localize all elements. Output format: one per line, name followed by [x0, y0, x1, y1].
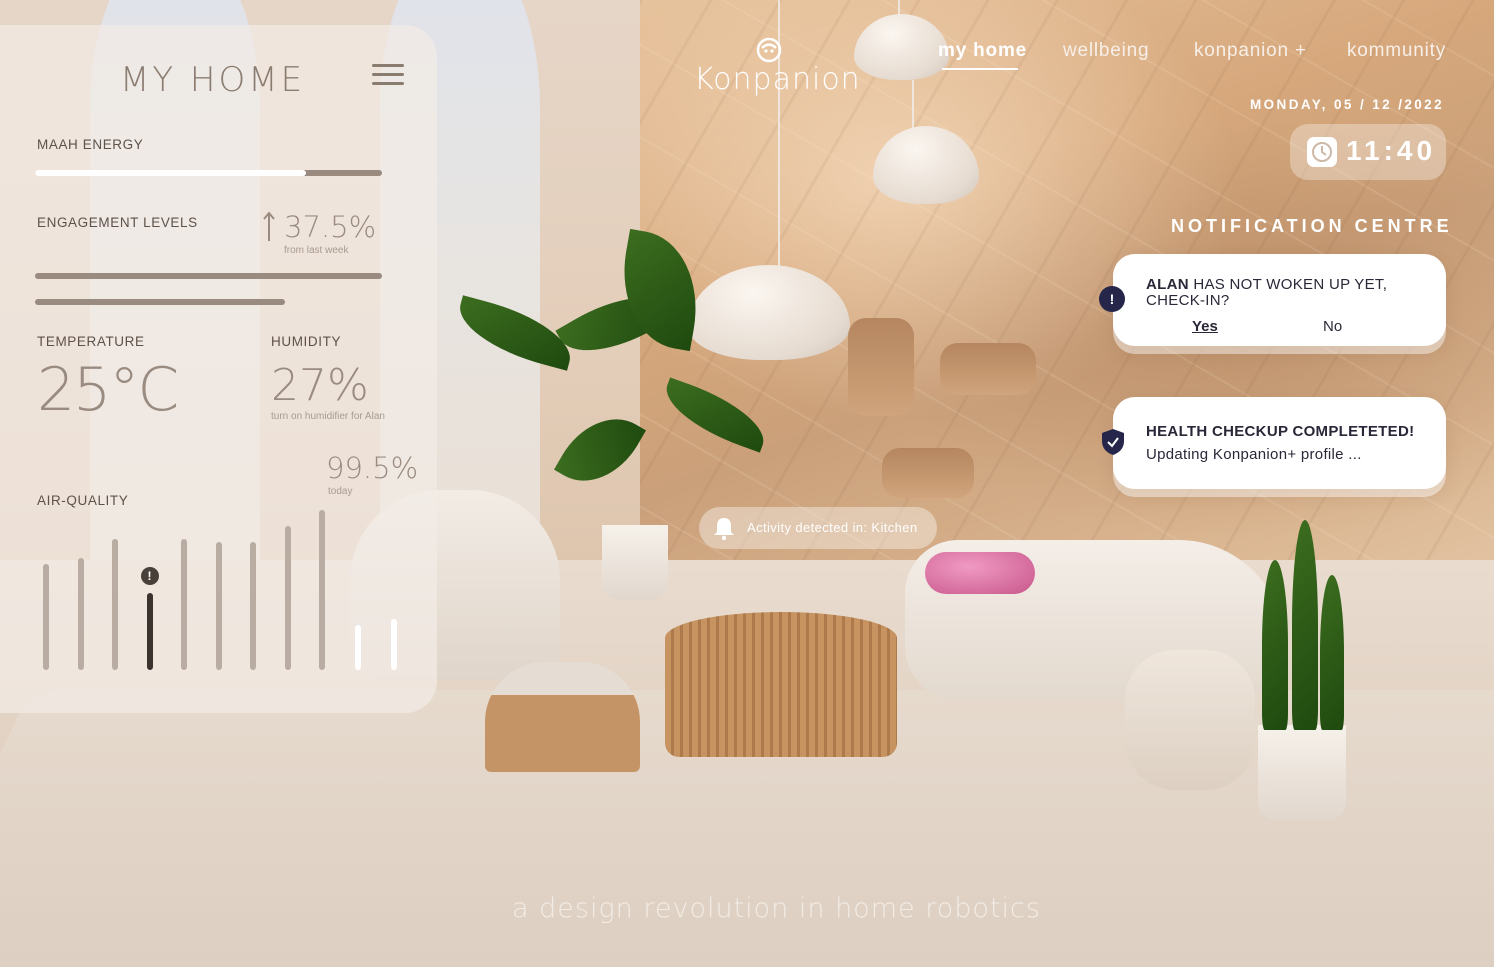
- air-quality-bar: [112, 538, 118, 670]
- pink-pillow: [925, 552, 1035, 594]
- stool: [485, 662, 640, 772]
- alert-icon: !: [1099, 286, 1125, 312]
- air-quality-bar: [355, 625, 361, 670]
- nav-active-underline: [942, 68, 1018, 70]
- air-quality-bar: [43, 564, 49, 670]
- plant-pot: [1258, 725, 1346, 820]
- wall-niche: [940, 343, 1036, 395]
- snake-plant-leaf: [1262, 560, 1288, 730]
- arrow-up-icon: [263, 211, 275, 241]
- air-quality-alert-icon[interactable]: !: [140, 567, 159, 586]
- nav-my-home[interactable]: my home: [938, 40, 1027, 62]
- brand-name: Konpanion: [694, 62, 861, 97]
- health-checkup-title: HEALTH CHECKUP COMPLETETED!: [1146, 423, 1415, 440]
- health-checkup-message: Updating Konpanion+ profile ...: [1146, 446, 1362, 463]
- notification-name: ALAN: [1146, 276, 1189, 293]
- date-display: MONDAY, 05 / 12 /2022: [1250, 97, 1444, 112]
- energy-label: MAAH ENERGY: [37, 137, 144, 152]
- air-quality-chart: !: [37, 500, 397, 670]
- humidity-note: turn on humidifier for Alan: [271, 411, 385, 422]
- panel-title: MY HOME: [120, 60, 306, 100]
- air-quality-bar: [77, 558, 84, 670]
- air-quality-note: today: [328, 486, 353, 497]
- air-quality-bar: [215, 542, 222, 670]
- shield-check-icon: [1102, 429, 1124, 455]
- hamburger-menu-icon[interactable]: [372, 64, 404, 86]
- humidity-label: HUMIDITY: [271, 334, 342, 349]
- activity-notification[interactable]: Activity detected in: Kitchen: [699, 507, 937, 549]
- notification-text: ALAN HAS NOT WOKEN UP YET,: [1146, 276, 1387, 293]
- konpanion-logo-icon: [756, 37, 782, 63]
- air-quality-bar: [146, 593, 153, 670]
- air-quality-bar: [250, 542, 256, 670]
- nav-wellbeing[interactable]: wellbeing: [1063, 40, 1149, 62]
- engagement-label: ENGAGEMENT LEVELS: [37, 215, 198, 230]
- energy-bar-fill: [35, 170, 306, 176]
- bell-icon: [714, 518, 734, 541]
- engagement-bar: [35, 299, 285, 305]
- notification-card: [1113, 397, 1446, 489]
- snake-plant-leaf: [1320, 575, 1344, 730]
- tagline: a design revolution in home robotics: [512, 893, 1041, 924]
- air-quality-bar: [319, 510, 325, 670]
- energy-bar: [35, 170, 382, 176]
- nav-konpanion-plus[interactable]: konpanion +: [1194, 40, 1307, 62]
- snake-plant-leaf: [1292, 520, 1318, 730]
- plant-pot: [602, 525, 668, 600]
- clock-icon: [1307, 137, 1337, 167]
- ottoman: [1125, 650, 1255, 790]
- notification-centre-title: NOTIFICATION CENTRE: [1171, 216, 1453, 236]
- air-quality-bar: [391, 618, 397, 670]
- air-quality-bar: [284, 526, 291, 670]
- activity-text: Activity detected in: Kitchen: [747, 520, 918, 535]
- air-quality-value: 99.5%: [326, 451, 419, 485]
- wall-niche: [882, 448, 974, 498]
- notification-message: HAS NOT WOKEN UP YET,: [1188, 276, 1388, 293]
- engagement-bar: [35, 273, 382, 279]
- yes-button[interactable]: Yes: [1192, 318, 1218, 335]
- lamp-cord: [912, 80, 914, 130]
- engagement-value: 37.5%: [284, 210, 377, 244]
- notification-message-2: CHECK-IN?: [1146, 292, 1230, 309]
- wall-niche: [848, 318, 914, 416]
- clock-widget: 11:40: [1290, 124, 1446, 180]
- no-button[interactable]: No: [1323, 318, 1342, 335]
- humidity-value: 27%: [271, 360, 369, 411]
- temperature-label: TEMPERATURE: [37, 334, 145, 349]
- coffee-table: [665, 612, 897, 757]
- engagement-note: from last week: [284, 245, 349, 256]
- air-quality-bar: [181, 538, 187, 670]
- temperature-value: 25°C: [37, 355, 179, 425]
- clock-time: 11:40: [1346, 135, 1437, 166]
- nav-kommunity[interactable]: kommunity: [1347, 40, 1446, 62]
